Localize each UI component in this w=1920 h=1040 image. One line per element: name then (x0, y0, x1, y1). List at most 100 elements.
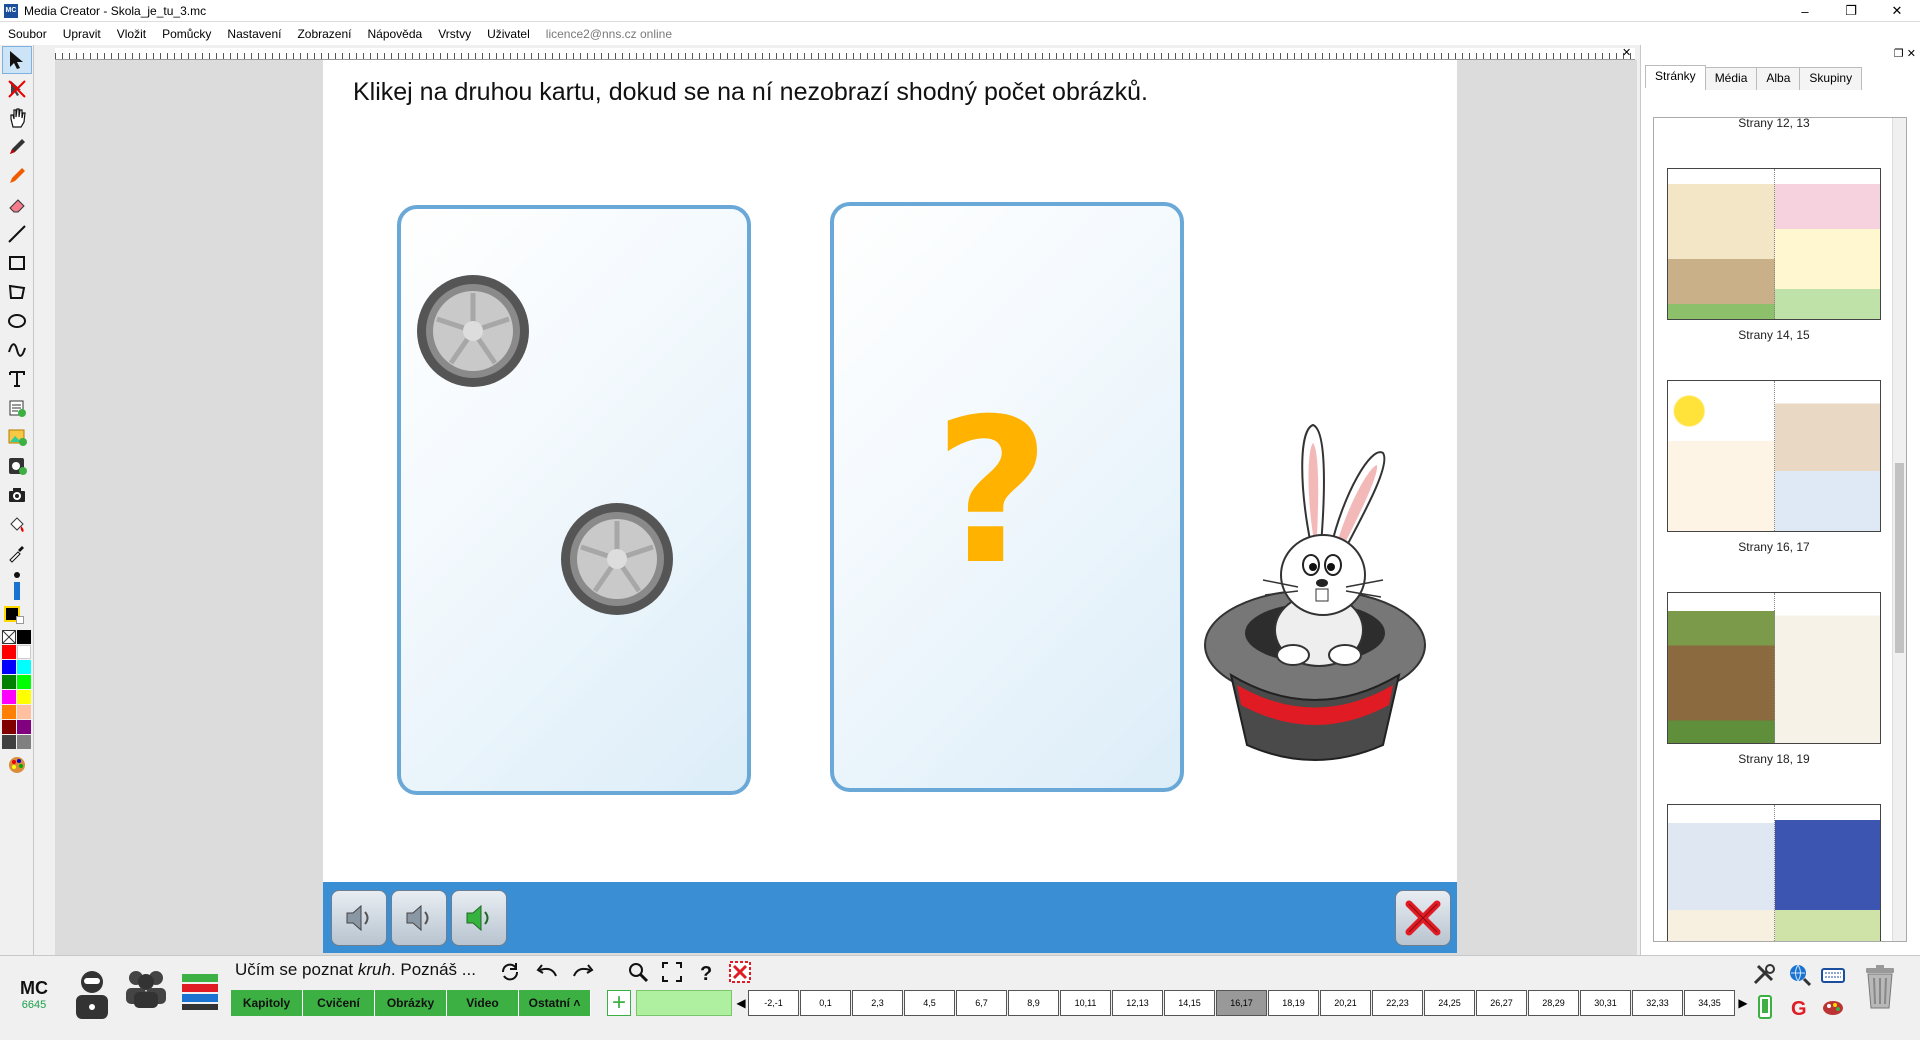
page-button[interactable]: 32,33 (1632, 990, 1683, 1016)
page-button[interactable]: 20,21 (1320, 990, 1371, 1016)
menu-pomucky[interactable]: Pomůcky (154, 27, 219, 41)
minimize-icon[interactable]: – (1782, 0, 1828, 22)
select-arrow-icon[interactable] (2, 46, 32, 74)
close-exercise-button[interactable] (1395, 890, 1451, 946)
fullscreen-icon[interactable] (660, 960, 684, 984)
next-page-icon[interactable]: ▶ (1736, 990, 1750, 1016)
page-input-field[interactable] (636, 990, 732, 1016)
polygon-icon[interactable] (2, 278, 32, 306)
menu-zobrazeni[interactable]: Zobrazení (289, 27, 359, 41)
tab-alba[interactable]: Alba (1756, 67, 1801, 90)
line-icon[interactable] (2, 220, 32, 248)
page-button[interactable]: 24,25 (1424, 990, 1475, 1016)
tab-cviceni[interactable]: Cvičení (303, 990, 375, 1016)
menu-upravit[interactable]: Upravit (55, 27, 109, 41)
panel-restore-icon[interactable]: ❐ (1894, 48, 1904, 60)
media-icon[interactable] (2, 452, 32, 480)
refresh-icon[interactable] (498, 960, 522, 984)
page-button[interactable]: 18,19 (1268, 990, 1319, 1016)
color-swatch[interactable] (17, 690, 31, 704)
current-color-swatch[interactable] (0, 604, 33, 626)
answer-card[interactable]: ? (830, 202, 1184, 792)
curve-icon[interactable] (2, 336, 32, 364)
tab-obrazky[interactable]: Obrázky (375, 990, 447, 1016)
device-icon[interactable] (1752, 994, 1778, 1020)
color-picker-icon[interactable] (0, 753, 33, 777)
books-icon[interactable] (178, 968, 222, 1012)
list-item[interactable]: Strany 14, 15 (1664, 168, 1884, 342)
hand-icon[interactable] (2, 104, 32, 132)
page-button[interactable]: 4,5 (904, 990, 955, 1016)
color-swatch[interactable] (2, 720, 16, 734)
eraser-icon[interactable] (2, 191, 32, 219)
menu-vrstvy[interactable]: Vrstvy (430, 27, 479, 41)
tab-stranky[interactable]: Stránky (1645, 65, 1706, 88)
menu-vlozit[interactable]: Vložit (109, 27, 154, 41)
scrollbar-thumb[interactable] (1895, 463, 1904, 653)
speaker-active-button[interactable] (451, 890, 507, 946)
fill-icon[interactable] (2, 510, 32, 538)
camera-icon[interactable] (2, 481, 32, 509)
ruler-close-icon[interactable]: ✕ (1622, 46, 1631, 59)
color-swatch[interactable] (2, 660, 16, 674)
list-item[interactable] (1664, 804, 1884, 941)
close-icon[interactable]: ✕ (1874, 0, 1920, 22)
color-swatch[interactable] (17, 675, 31, 689)
list-item[interactable]: Strany 16, 17 (1664, 380, 1884, 554)
page-button[interactable]: 10,11 (1060, 990, 1111, 1016)
tab-video[interactable]: Video (447, 990, 519, 1016)
google-icon[interactable]: G (1786, 994, 1812, 1020)
ellipse-icon[interactable] (2, 307, 32, 335)
menu-nastaveni[interactable]: Nastavení (219, 27, 289, 41)
color-swatch[interactable] (2, 645, 16, 659)
color-swatch[interactable] (2, 690, 16, 704)
color-swatch[interactable] (17, 645, 31, 659)
page-button[interactable]: 28,29 (1528, 990, 1579, 1016)
menu-soubor[interactable]: Soubor (0, 27, 55, 41)
page-button[interactable]: 34,35 (1684, 990, 1735, 1016)
page-button[interactable]: -2,-1 (748, 990, 799, 1016)
color-swatch[interactable] (17, 660, 31, 674)
menu-uzivatel[interactable]: Uživatel (479, 27, 538, 41)
speaker-button[interactable] (391, 890, 447, 946)
color-swatch[interactable] (17, 720, 31, 734)
note-icon[interactable] (2, 394, 32, 422)
color-swatch[interactable] (17, 735, 31, 749)
color-swatch[interactable] (17, 705, 31, 719)
list-item[interactable]: Strany 18, 19 (1664, 592, 1884, 766)
transparent-color-icon[interactable] (2, 630, 16, 644)
redo-icon[interactable] (570, 960, 598, 984)
page-button[interactable]: 14,15 (1164, 990, 1215, 1016)
page-button-current[interactable]: 16,17 (1216, 990, 1267, 1016)
search-icon[interactable] (626, 960, 650, 984)
eyedropper-icon[interactable] (2, 539, 32, 567)
trash-icon[interactable] (1862, 964, 1898, 1010)
tab-skupiny[interactable]: Skupiny (1799, 67, 1863, 90)
menu-napoveda[interactable]: Nápověda (359, 27, 430, 41)
speaker-button[interactable] (331, 890, 387, 946)
tab-media[interactable]: Média (1704, 67, 1758, 90)
page-button[interactable]: 12,13 (1112, 990, 1163, 1016)
user-icon[interactable] (70, 968, 114, 1020)
add-button[interactable]: + (607, 990, 631, 1016)
prev-page-icon[interactable]: ◀ (734, 990, 748, 1016)
image-icon[interactable] (2, 423, 32, 451)
brush-size-dot-icon[interactable] (0, 568, 33, 582)
keyboard-icon[interactable] (1820, 962, 1846, 988)
text-icon[interactable] (2, 365, 32, 393)
rectangle-icon[interactable] (2, 249, 32, 277)
list-item[interactable]: Strany 12, 13 (1664, 118, 1884, 130)
tab-kapitoly[interactable]: Kapitoly (231, 990, 303, 1016)
pages-scrollbar[interactable] (1892, 118, 1906, 941)
brush-size-slider[interactable] (0, 582, 33, 604)
mc-logo[interactable]: MC 6645 (20, 978, 48, 1011)
undo-icon[interactable] (532, 960, 560, 984)
pen-icon[interactable] (2, 133, 32, 161)
tools-icon[interactable] (1752, 962, 1778, 988)
highlighter-icon[interactable] (2, 162, 32, 190)
page-button[interactable]: 30,31 (1580, 990, 1631, 1016)
media-settings-icon[interactable] (1820, 994, 1846, 1020)
page-button[interactable]: 8,9 (1008, 990, 1059, 1016)
panel-close-icon[interactable]: ✕ (1907, 48, 1916, 60)
no-select-icon[interactable] (2, 75, 32, 103)
